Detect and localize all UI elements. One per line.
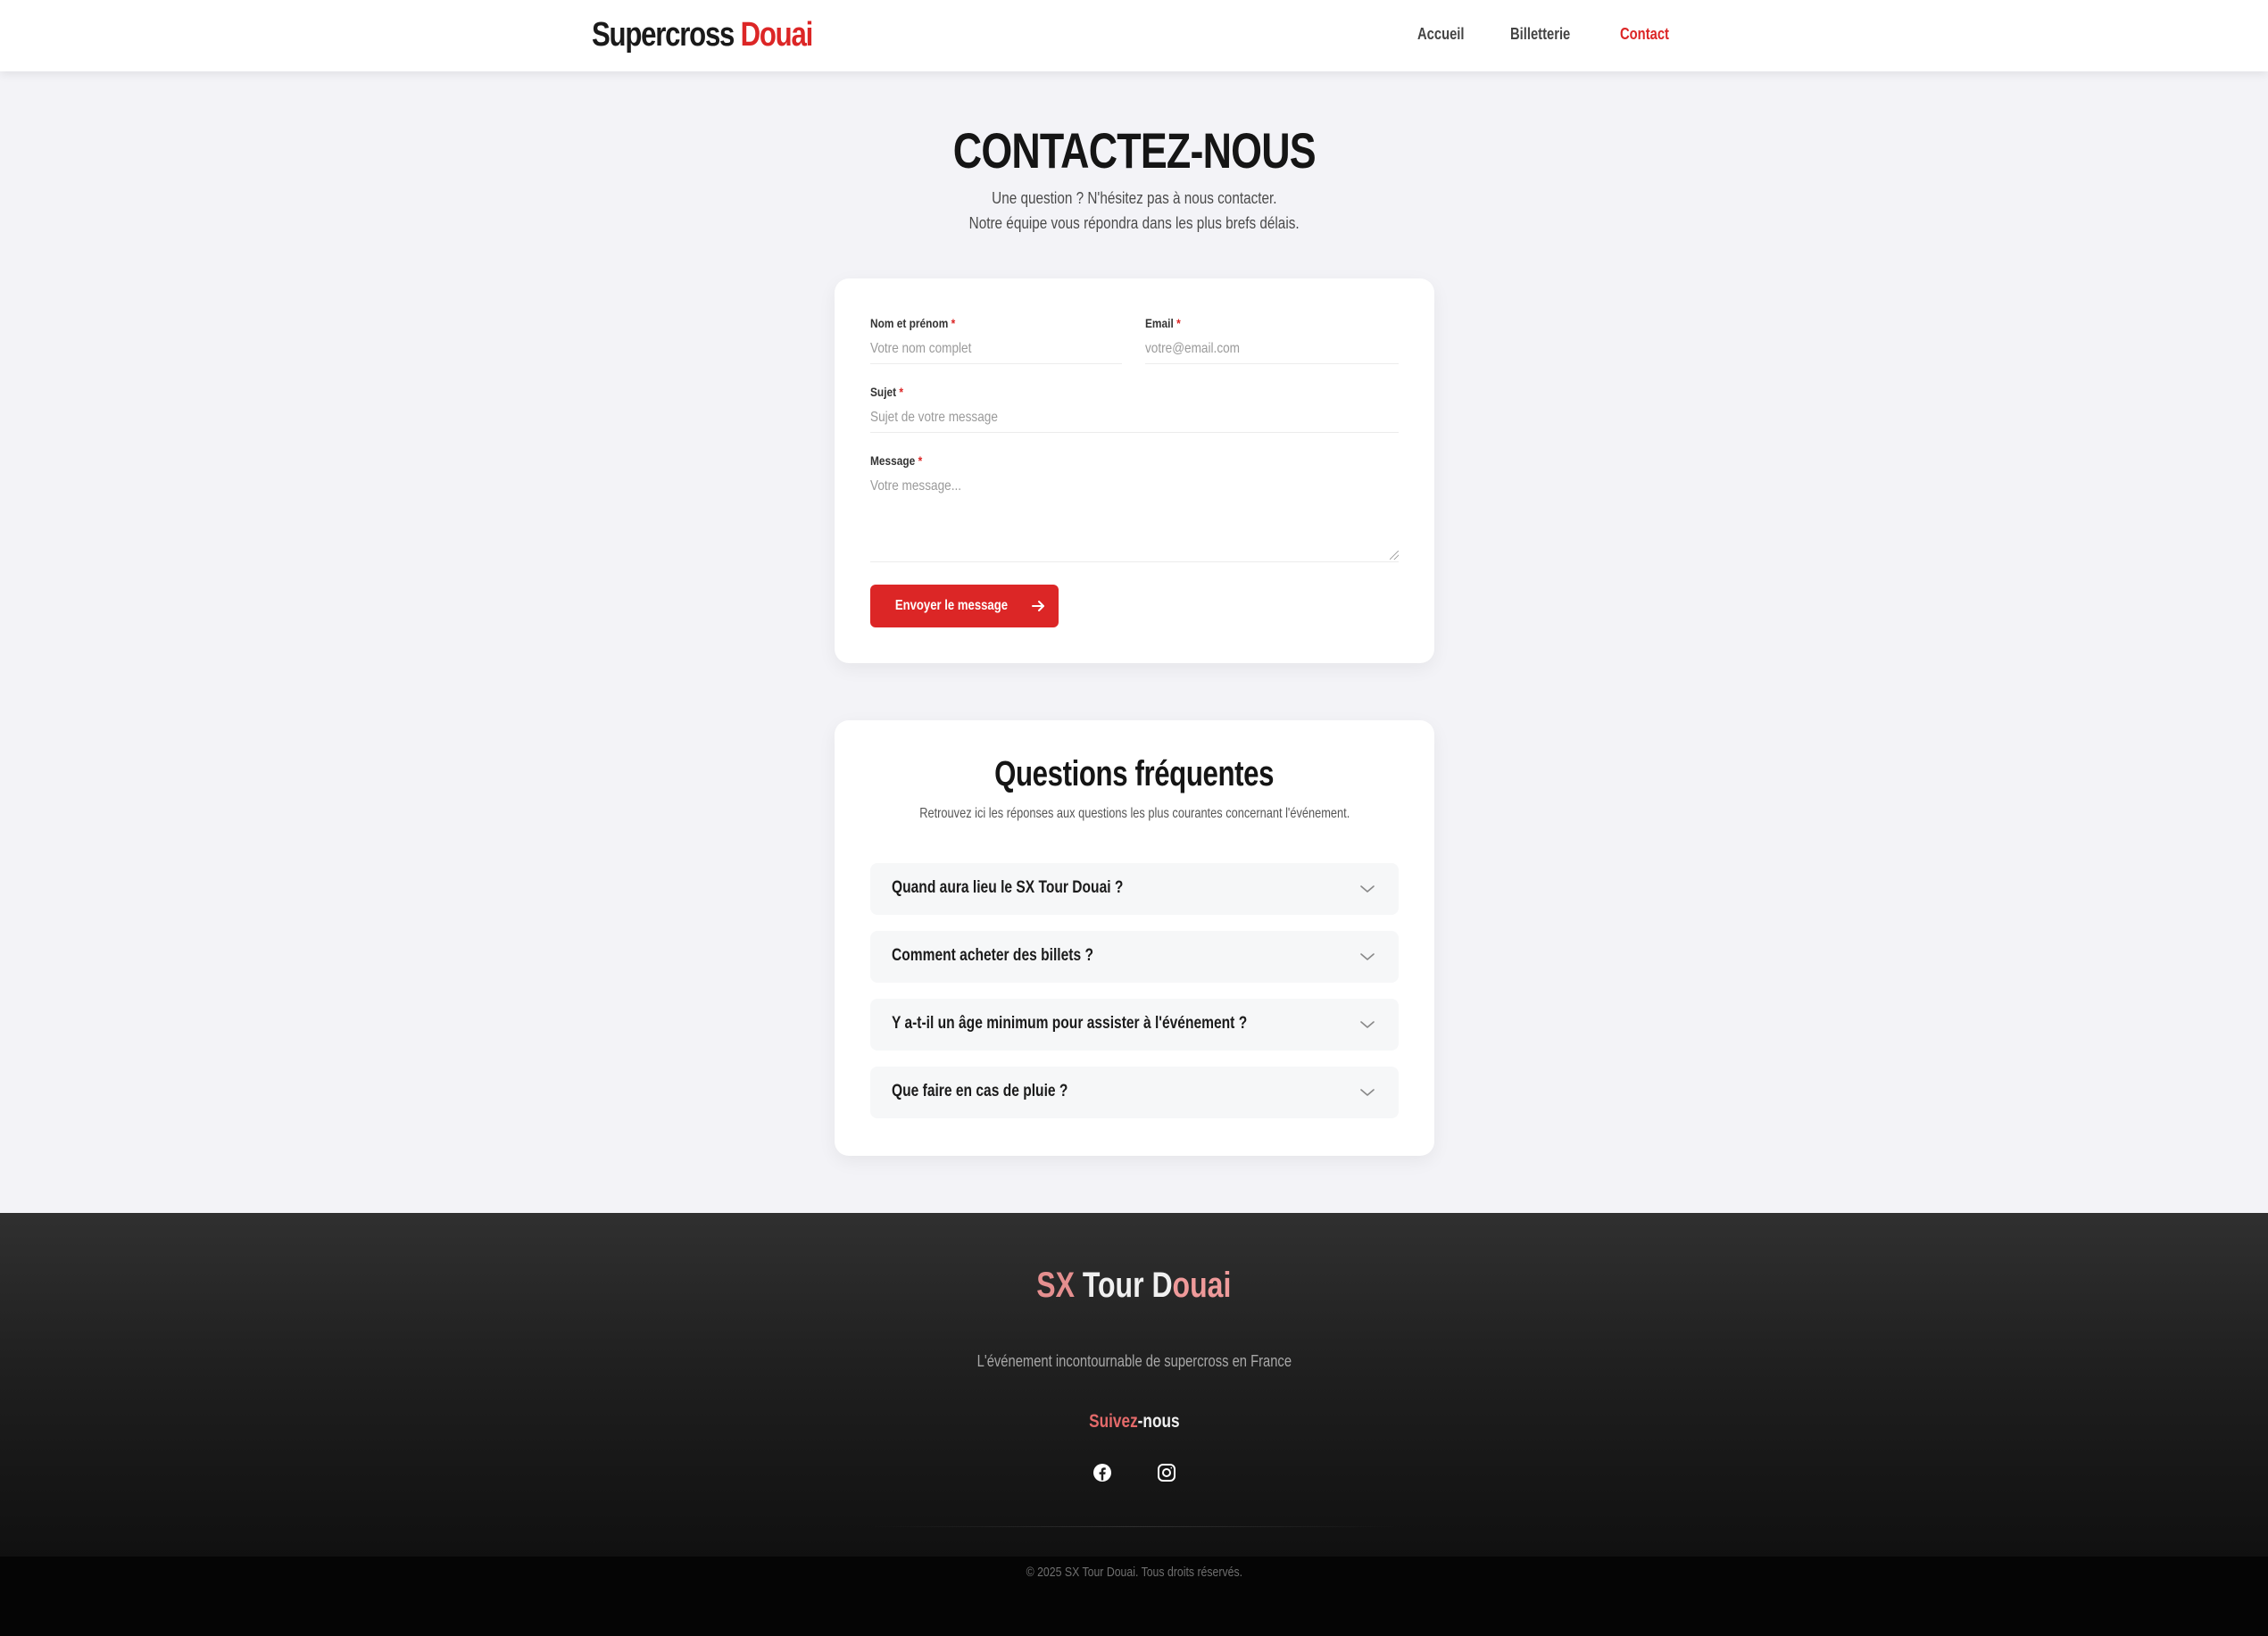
nav-link-billetterie[interactable]: Billetterie [1510,25,1570,44]
nav-link-accueil[interactable]: Accueil [1417,25,1465,44]
copyright-text: © 2025 SX Tour Douai. Tous droits réserv… [1026,1565,1242,1580]
faq-title: Questions fréquentes [835,754,1434,794]
faq-item[interactable]: Quand aura lieu le SX Tour Douai ? [870,863,1399,915]
nav-link-contact[interactable]: Contact [1620,25,1669,44]
page-subtitle-line1-text: Une question ? N'hésitez pas à nous cont… [991,189,1277,207]
message-placeholder: Votre message... [870,478,962,494]
subject-label-text: Sujet [870,385,897,399]
chevron-down-icon [1360,953,1375,960]
footer-brand: SX Tour Douai [0,1266,2268,1306]
required-mark: * [1176,316,1181,330]
name-field[interactable]: Votre nom complet [870,337,1122,364]
page-subtitle-line2-text: Notre équipe vous répondra dans les plus… [968,214,1300,232]
arrow-right-icon [1032,601,1045,611]
faq-title-text: Questions fréquentes [994,754,1275,793]
message-label-text: Message [870,453,916,468]
copyright: © 2025 SX Tour Douai. Tous droits réserv… [0,1565,2268,1580]
faq-question: Comment acheter des billets ? [892,946,1093,965]
email-label-text: Email [1145,316,1174,330]
message-textarea[interactable]: Votre message... [870,475,1399,562]
faq-subtitle-text: Retrouvez ici les réponses aux questions… [919,806,1350,821]
faq-item[interactable]: Y a-t-il un âge minimum pour assister à … [870,999,1399,1051]
page-subtitle-line2: Notre équipe vous répondra dans les plus… [0,214,2268,233]
faq-card: Questions fréquentes Retrouvez ici les r… [835,720,1434,1156]
subject-label: Sujet * [870,385,903,399]
faq-question: Que faire en cas de pluie ? [892,1082,1068,1100]
faq-item[interactable]: Que faire en cas de pluie ? [870,1067,1399,1118]
resize-grip-icon[interactable] [1390,551,1399,560]
send-message-button[interactable]: Envoyer le message [870,585,1059,627]
footer-tagline: L'événement incontournable de supercross… [0,1352,2268,1371]
contact-form-card: Nom et prénom * Votre nom complet Email … [835,278,1434,663]
footer-divider [870,1526,1399,1527]
site-logo[interactable]: Supercross Douai [592,16,814,54]
instagram-icon[interactable] [1156,1462,1177,1483]
footer-brand-tour: Tour D [1075,1266,1173,1305]
chevron-down-icon [1360,1089,1375,1096]
chevron-down-icon [1360,885,1375,893]
page-title-text: CONTACTEZ-NOUS [952,122,1316,179]
top-navbar: Supercross Douai Accueil Billetterie Con… [0,0,2268,71]
page-title: CONTACTEZ-NOUS [0,121,2268,179]
footer-brand-douai: ouai [1172,1266,1232,1305]
email-field[interactable]: votre@email.com [1145,337,1399,364]
faq-subtitle: Retrouvez ici les réponses aux questions… [835,806,1434,822]
page-subtitle-line1: Une question ? N'hésitez pas à nous cont… [0,189,2268,208]
email-placeholder: votre@email.com [1145,341,1241,356]
follow-us-heading: Suivez-nous [0,1411,2268,1433]
logo-accent-text: Douai [740,16,814,54]
faq-question: Y a-t-il un âge minimum pour assister à … [892,1014,1248,1033]
name-placeholder: Votre nom complet [870,341,972,356]
footer-brand-sx: SX [1036,1266,1076,1305]
required-mark: * [899,385,904,399]
chevron-down-icon [1360,1021,1375,1028]
follow-us-part-b: -nous [1137,1411,1180,1432]
subject-field[interactable]: Sujet de votre message [870,406,1399,433]
name-label-text: Nom et prénom [870,316,949,330]
required-mark: * [918,453,923,468]
name-label: Nom et prénom * [870,316,955,330]
faq-question: Quand aura lieu le SX Tour Douai ? [892,878,1124,897]
faq-item[interactable]: Comment acheter des billets ? [870,931,1399,983]
email-label: Email * [1145,316,1181,330]
facebook-icon[interactable] [1092,1462,1113,1483]
send-message-label: Envoyer le message [894,598,1008,613]
required-mark: * [951,316,956,330]
subject-placeholder: Sujet de votre message [870,410,998,425]
footer-tagline-text: L'événement incontournable de supercross… [976,1352,1292,1370]
logo-main-text: Supercross [592,16,741,54]
follow-us-part-a: Suivez [1088,1411,1138,1432]
message-label: Message * [870,453,922,468]
